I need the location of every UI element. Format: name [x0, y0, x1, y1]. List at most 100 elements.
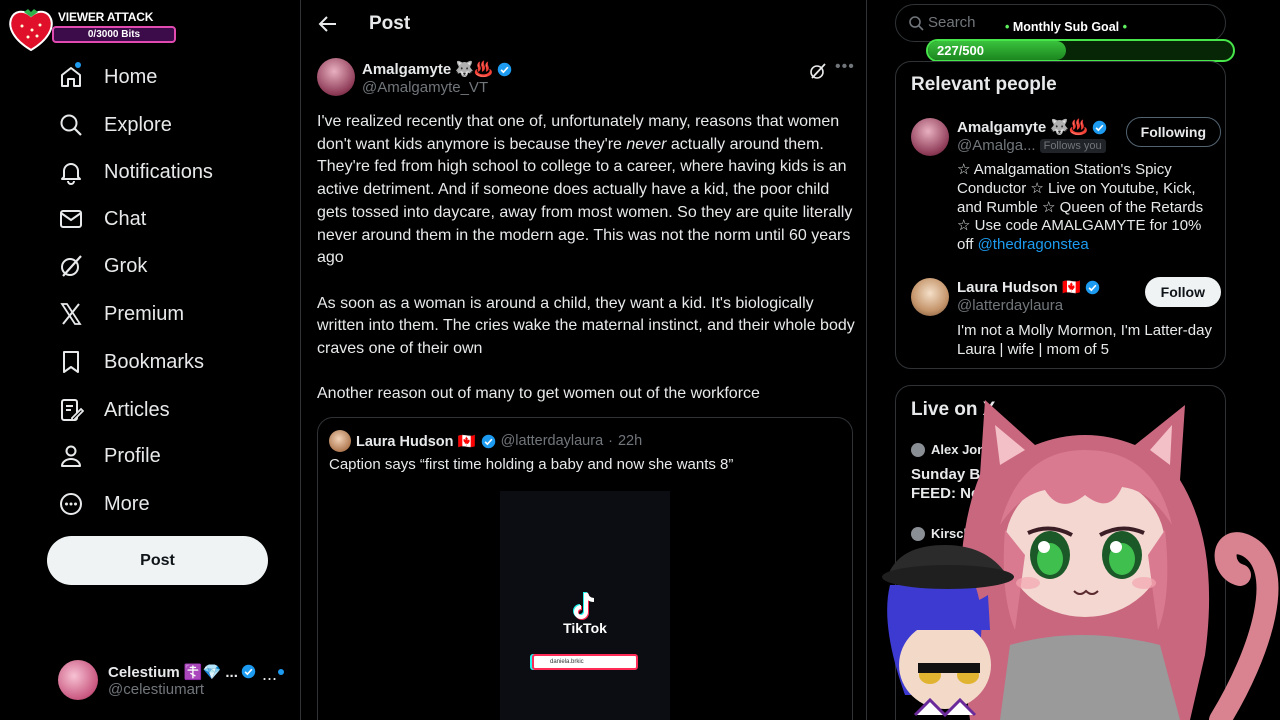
relevant-people-panel: Relevant people Amalgamyte 🐺♨️ @Amalga..… [895, 61, 1226, 369]
nav-more[interactable]: More [58, 484, 150, 524]
live-item[interactable]: Kirsche gonna live m p [911, 526, 1211, 587]
account-handle: @celestiumart [108, 680, 205, 698]
following-button[interactable]: Following [1125, 117, 1221, 147]
x-logo-icon [58, 301, 84, 327]
nav-grok[interactable]: Grok [58, 246, 147, 286]
person-bio: ☆ Amalgamation Station's Spicy Conductor… [957, 161, 1215, 255]
notification-dot [278, 669, 284, 675]
person-handle: @latterdaylaura [957, 297, 1064, 314]
account-switcher[interactable]: Celestium ☦️💎 ... @celestiumart ... [58, 658, 288, 702]
avatar [911, 118, 949, 156]
sub-goal-value: 227/500 [937, 43, 984, 58]
quote-timestamp: 22h [617, 433, 643, 449]
live-host-name: Kirsche [931, 526, 979, 541]
sub-goal-progress-bar: 227/500 [926, 39, 1235, 62]
quote-author-name: Laura Hudson 🇨🇦 [356, 433, 476, 450]
nav-label: Profile [104, 444, 161, 467]
avatar [911, 526, 925, 541]
nav-label: Grok [104, 254, 148, 277]
bell-icon [58, 159, 84, 185]
tweet-text-emphasis: never [626, 135, 667, 153]
strawberry-icon [9, 9, 53, 52]
avatar [911, 442, 925, 457]
panel-title: Relevant people [911, 74, 1057, 95]
person-name: Amalgamyte 🐺♨️ [957, 118, 1107, 136]
grok-icon [58, 253, 84, 279]
person-name-text: Amalgamyte 🐺♨️ [957, 119, 1088, 136]
post-button[interactable]: Post [47, 536, 268, 585]
nav-label: Articles [104, 398, 170, 421]
live-title: Sunday Bon FEED: Newly [911, 466, 1004, 502]
nav-label: Notifications [104, 160, 213, 183]
tweet-paragraph: I've realized recently that one of, unfo… [317, 111, 855, 270]
tweet-text-part: actually around them. They're fed from h… [317, 135, 853, 267]
avatar [911, 278, 949, 316]
sub-goal-overlay: • Monthly Sub Goal • 227/500 [925, 19, 1237, 63]
home-icon [58, 62, 84, 90]
bookmark-icon [58, 349, 84, 375]
nav-profile[interactable]: Profile [58, 436, 161, 476]
viewer-attack-title: VIEWER ATTACK [58, 10, 154, 24]
tweet-header: Amalgamyte 🐺♨️ @Amalgamyte_VT ••• [317, 58, 857, 100]
tweet-text: I've realized recently that one of, unfo… [317, 111, 855, 429]
account-display-name: Celestium ☦️💎 ... [108, 663, 238, 681]
quote-header: Laura Hudson 🇨🇦 @latterdaylaura · 22h [329, 430, 642, 452]
page-header: Post [301, 0, 866, 50]
person-icon [58, 443, 84, 469]
live-meta: ting [1168, 619, 1188, 633]
search-icon [909, 16, 924, 31]
avatar [58, 660, 98, 700]
author-name[interactable]: Amalgamyte 🐺♨️ [362, 60, 512, 78]
tiktok-wordmark: TikTok [563, 620, 607, 636]
nav-bookmarks[interactable]: Bookmarks [58, 342, 204, 382]
more-circle-icon [58, 491, 84, 517]
person-name: Laura Hudson 🇨🇦 [957, 278, 1100, 296]
left-navigation: VIEWER ATTACK 0/3000 Bits Home Explore N… [0, 0, 300, 720]
nav-label: Home [104, 65, 158, 88]
right-sidebar: • Monthly Sub Goal • 227/500 Relevant pe… [880, 0, 1280, 720]
search-icon [58, 112, 84, 138]
video-player[interactable]: TikTok daniela.brkic [500, 491, 670, 720]
back-arrow-icon[interactable] [317, 13, 339, 35]
nav-home[interactable]: Home [58, 57, 157, 97]
verified-badge-icon [1085, 280, 1099, 294]
nav-label: Explore [104, 113, 172, 136]
grok-icon[interactable] [809, 62, 827, 80]
bio-mention-link[interactable]: @thedragonstea [978, 236, 1089, 253]
nav-articles[interactable]: Articles [58, 390, 170, 430]
nav-notifications[interactable]: Notifications [58, 152, 213, 192]
follows-you-badge: Follows you [1039, 138, 1106, 153]
live-title: gonna live m p [911, 550, 986, 586]
sub-goal-title: • Monthly Sub Goal • [1005, 20, 1127, 34]
verified-badge-icon [497, 62, 511, 76]
author-handle[interactable]: @Amalgamyte_VT [362, 79, 488, 96]
live-host-name: Alex Jone [931, 442, 993, 457]
quote-text: Caption says “first time holding a baby … [329, 456, 734, 473]
viewer-attack-bar: 0/3000 Bits [52, 26, 176, 43]
nav-label: More [104, 492, 150, 515]
mail-icon [58, 206, 84, 232]
viewer-attack-overlay: VIEWER ATTACK 0/3000 Bits [6, 6, 176, 52]
separator-dot: · [608, 433, 613, 449]
tweet-paragraph: Another reason out of many to get women … [317, 385, 760, 403]
avatar[interactable] [317, 58, 355, 96]
nav-explore[interactable]: Explore [58, 105, 172, 145]
live-item[interactable]: Alex Jone Sunday Bon FEED: Newly [911, 442, 1211, 503]
follow-button[interactable]: Follow [1144, 277, 1221, 307]
nav-premium[interactable]: Premium [58, 294, 184, 334]
more-options-icon[interactable]: ••• [835, 58, 855, 76]
article-icon [58, 397, 84, 423]
author-name-text: Amalgamyte 🐺♨️ [362, 61, 493, 78]
nav-label: Chat [104, 207, 147, 230]
notification-dot [75, 62, 81, 68]
tweet-paragraph: As soon as a woman is around a child, th… [317, 294, 855, 358]
quoted-tweet[interactable]: Laura Hudson 🇨🇦 @latterdaylaura · 22h Ca… [317, 417, 853, 720]
more-options-icon[interactable]: ... [262, 664, 277, 685]
verified-badge-icon [481, 434, 495, 448]
person-name-text: Laura Hudson 🇨🇦 [957, 279, 1081, 296]
nav-chat[interactable]: Chat [58, 199, 146, 239]
page-title: Post [369, 13, 411, 34]
viewer-attack-value: 0/3000 Bits [87, 29, 141, 40]
person-bio: I'm not a Molly Mormon, I'm Latter-day L… [957, 322, 1212, 358]
sub-goal-title-text: Monthly Sub Goal [1012, 20, 1120, 34]
